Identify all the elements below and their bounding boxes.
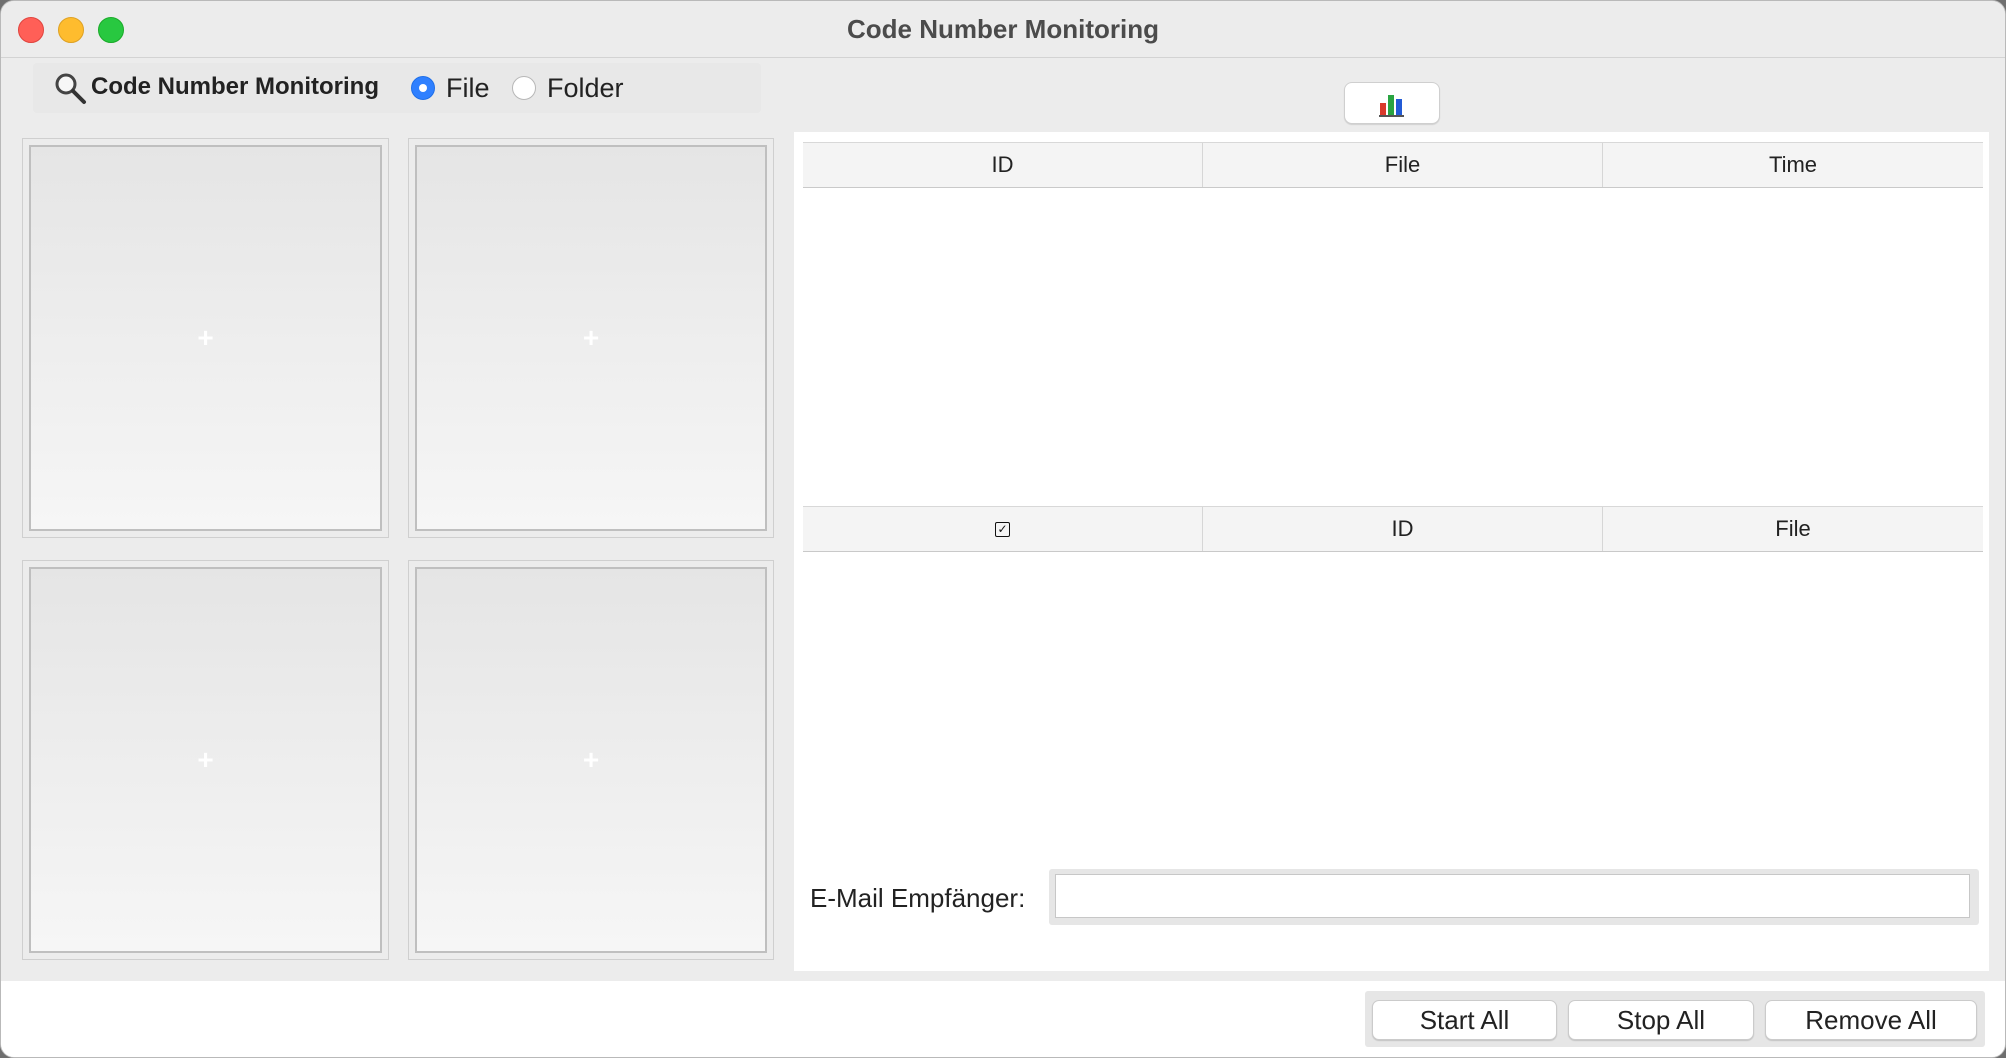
start-all-button[interactable]: Start All bbox=[1372, 1000, 1557, 1040]
preview-panel-1[interactable]: + bbox=[22, 138, 389, 538]
action-bar: Start All Stop All Remove All bbox=[1, 981, 2005, 1057]
app-window: Code Number Monitoring Code Number Monit… bbox=[0, 0, 2006, 1058]
folder-radio-option[interactable]: Folder bbox=[512, 72, 624, 104]
file-column-header[interactable]: File bbox=[1603, 507, 1983, 551]
time-column-header[interactable]: Time bbox=[1603, 143, 1983, 187]
remove-all-button[interactable]: Remove All bbox=[1765, 1000, 1977, 1040]
selection-table-header: ✓ ID File bbox=[803, 506, 1983, 552]
action-buttons: Start All Stop All Remove All bbox=[1365, 991, 1985, 1047]
file-column-header[interactable]: File bbox=[1203, 143, 1603, 187]
file-radio-button[interactable] bbox=[411, 76, 435, 100]
add-icon: + bbox=[197, 322, 214, 353]
file-radio-option[interactable]: File bbox=[411, 72, 490, 104]
monitor-table-body[interactable] bbox=[803, 188, 1983, 496]
monitoring-label: Code Number Monitoring bbox=[91, 73, 379, 100]
id-column-header[interactable]: ID bbox=[803, 143, 1203, 187]
bar-chart-icon bbox=[1379, 95, 1404, 117]
email-recipient-label: E-Mail Empfänger: bbox=[810, 883, 1026, 913]
monitoring-panel: ID File Time ✓ ID File E-Mail Empfänger: bbox=[794, 132, 1989, 971]
preview-panel-area: + bbox=[415, 567, 767, 953]
preview-panel-area: + bbox=[29, 145, 382, 531]
folder-radio-label: Folder bbox=[547, 72, 624, 103]
add-icon: + bbox=[582, 322, 600, 353]
folder-radio-button[interactable] bbox=[512, 76, 536, 100]
window-title: Code Number Monitoring bbox=[847, 14, 1159, 44]
preview-panel-4[interactable]: + bbox=[408, 560, 774, 960]
chart-button[interactable] bbox=[1344, 82, 1440, 124]
email-field-container bbox=[1049, 869, 1979, 925]
id-column-header[interactable]: ID bbox=[1203, 507, 1603, 551]
select-all-column-header[interactable]: ✓ bbox=[803, 507, 1203, 551]
monitor-table-header: ID File Time bbox=[803, 142, 1983, 188]
add-icon: + bbox=[582, 744, 600, 775]
preview-panel-2[interactable]: + bbox=[408, 138, 774, 538]
stop-all-button[interactable]: Stop All bbox=[1568, 1000, 1754, 1040]
preview-panel-area: + bbox=[415, 145, 767, 531]
selection-table-body[interactable] bbox=[803, 552, 1983, 852]
monitoring-toolbar: Code Number Monitoring File Folder bbox=[33, 63, 761, 113]
search-icon bbox=[55, 73, 86, 104]
preview-panel-3[interactable]: + bbox=[22, 560, 389, 960]
title-bar: Code Number Monitoring bbox=[1, 1, 2005, 58]
email-recipient-field[interactable] bbox=[1055, 874, 1970, 918]
file-radio-label: File bbox=[446, 72, 490, 103]
preview-panel-area: + bbox=[29, 567, 382, 953]
checkbox-icon[interactable]: ✓ bbox=[995, 521, 1010, 537]
add-icon: + bbox=[197, 744, 214, 775]
